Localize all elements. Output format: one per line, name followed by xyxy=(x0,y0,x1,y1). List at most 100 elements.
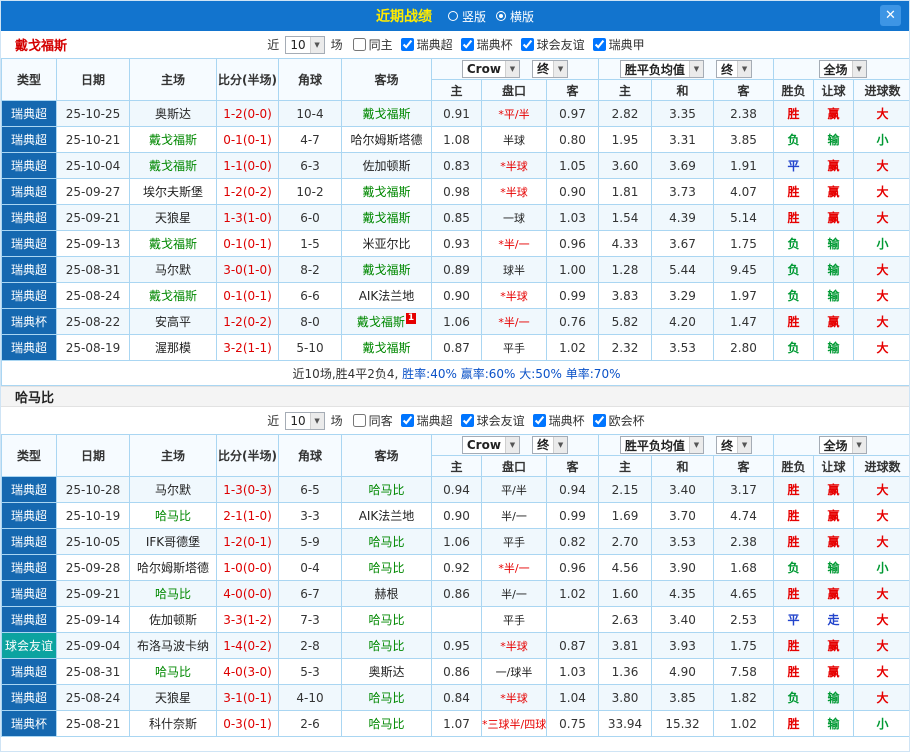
score-cell: 4-0(0-0) xyxy=(216,580,279,607)
league-filter[interactable]: 瑞典超 xyxy=(400,36,453,53)
league-filter[interactable]: 欧会杯 xyxy=(592,412,645,429)
corner-cell: 6-6 xyxy=(278,282,342,309)
final-avg-select[interactable]: 终 ▼ xyxy=(716,60,753,78)
handicap-result-cell: 输 xyxy=(813,554,855,581)
score-cell: 1-2(0-2) xyxy=(216,178,279,205)
filter-checkbox[interactable] xyxy=(400,414,414,427)
filter-checkbox[interactable] xyxy=(520,38,534,51)
scope-select[interactable]: 全场 ▼ xyxy=(818,436,867,454)
home-team-cell: 奥斯达 xyxy=(129,100,217,127)
avg-select[interactable]: 胜平负均值 ▼ xyxy=(619,436,704,454)
scope-select[interactable]: 全场 ▼ xyxy=(818,60,867,78)
home-odds-cell: 0.89 xyxy=(431,256,482,283)
score-cell: 3-0(1-0) xyxy=(216,256,279,283)
goals-cell: 大 xyxy=(853,100,909,127)
league-type-cell: 瑞典超 xyxy=(1,476,57,503)
home-odds-cell: 1.06 xyxy=(431,528,482,555)
home-team-cell: 佐加顿斯 xyxy=(129,606,217,633)
result-cell: 胜 xyxy=(773,502,815,529)
handicap-result-cell: 输 xyxy=(813,684,855,711)
filter-label: 瑞典杯 xyxy=(548,414,585,428)
filter-checkbox[interactable] xyxy=(400,38,414,51)
avg-select[interactable]: 胜平负均值 ▼ xyxy=(619,60,704,78)
filter-checkbox[interactable] xyxy=(460,414,474,427)
avg-home-cell: 2.63 xyxy=(598,606,652,633)
filter-label: 瑞典杯 xyxy=(476,38,513,52)
score-cell: 0-1(0-1) xyxy=(216,230,279,257)
same-venue-filter[interactable]: 同客 xyxy=(352,412,393,429)
odds-company-select[interactable]: Crow ▼ xyxy=(461,60,520,79)
goals-cell: 小 xyxy=(853,126,909,153)
col-score: 比分(半场) xyxy=(216,434,279,477)
near-label: 近 xyxy=(267,414,280,428)
home-odds-cell: 0.83 xyxy=(431,152,482,179)
away-odds-cell: 0.76 xyxy=(546,308,599,335)
avg-draw-cell: 3.40 xyxy=(651,476,714,503)
league-filter[interactable]: 球会友谊 xyxy=(460,412,525,429)
odds-company-select[interactable]: Crow ▼ xyxy=(461,436,520,455)
col-avg-home: 主 xyxy=(598,455,652,477)
league-filter[interactable]: 瑞典杯 xyxy=(532,412,585,429)
close-icon[interactable]: ✕ xyxy=(880,5,901,26)
same-venue-filter[interactable]: 同主 xyxy=(352,36,393,53)
summary-part: 赢率:60% xyxy=(460,366,520,381)
final-odds-select[interactable]: 终 ▼ xyxy=(532,59,569,78)
final-avg-select[interactable]: 终 ▼ xyxy=(716,436,753,454)
layout-radio-horizontal[interactable]: 横版 xyxy=(496,8,534,25)
avg-draw-cell: 3.70 xyxy=(651,502,714,529)
filter-checkbox[interactable] xyxy=(460,38,474,51)
handicap-result-cell: 输 xyxy=(813,230,855,257)
home-odds-cell: 0.84 xyxy=(431,684,482,711)
result-cell: 胜 xyxy=(773,308,815,335)
league-type-cell: 瑞典超 xyxy=(1,152,57,179)
home-team-cell: 天狼星 xyxy=(129,204,217,231)
handicap-cell: *半/一 xyxy=(481,308,547,335)
filter-checkbox[interactable] xyxy=(592,38,606,51)
home-team-cell: 哈尔姆斯塔德 xyxy=(129,554,217,581)
league-filter[interactable]: 瑞典超 xyxy=(400,412,453,429)
filter-checkbox[interactable] xyxy=(532,414,546,427)
recent-results-window: 近期战绩 竖版 横版 ✕ 戴戈福斯 近 10 ▼ 场同主 瑞典超 瑞典杯 球会友谊 瑞典甲 类… xyxy=(0,0,910,752)
col-handicap: 盘口 xyxy=(481,79,547,101)
away-team-cell: 哈马比 xyxy=(341,476,432,503)
match-count-select[interactable]: 10 ▼ xyxy=(285,35,325,54)
games-label: 场 xyxy=(330,38,343,52)
match-row: 瑞典超 25-09-13 戴戈福斯 0-1(0-1) 1-5 米亚尔比 0.93 *半/一 0.… xyxy=(1,230,909,257)
filter-checkbox[interactable] xyxy=(592,414,606,427)
match-row: 瑞典超 25-10-25 奥斯达 1-2(0-0) 10-4 戴戈福斯 0.91 *平/半 0.… xyxy=(1,100,909,127)
avg-away-cell: 4.74 xyxy=(712,502,775,529)
team-title-0: 戴戈福斯 xyxy=(15,39,68,54)
away-odds-cell: 1.02 xyxy=(546,580,599,607)
score-cell: 1-2(0-1) xyxy=(216,528,279,555)
league-filter[interactable]: 球会友谊 xyxy=(520,36,585,53)
date-cell: 25-10-04 xyxy=(56,152,130,179)
filter-checkbox[interactable] xyxy=(352,38,366,51)
handicap-result-cell: 走 xyxy=(813,606,855,633)
col-type: 类型 xyxy=(1,58,57,101)
match-row: 瑞典超 25-08-31 马尔默 3-0(1-0) 8-2 戴戈福斯 0.89 球半 1.00 1… xyxy=(1,256,909,283)
score-cell: 1-2(0-2) xyxy=(216,308,279,335)
avg-away-cell: 2.38 xyxy=(712,100,775,127)
score-cell: 0-3(0-1) xyxy=(216,710,279,737)
goals-cell: 大 xyxy=(853,256,909,283)
match-row: 瑞典超 25-09-21 哈马比 4-0(0-0) 6-7 赫根 0.86 半/一 1.02 1.… xyxy=(1,580,909,607)
result-cell: 胜 xyxy=(773,100,815,127)
match-row: 瑞典超 25-09-27 埃尔夫斯堡 1-2(0-2) 10-2 戴戈福斯 0.98 *半球 0… xyxy=(1,178,909,205)
match-row: 瑞典杯 25-08-21 科什奈斯 0-3(0-1) 2-6 哈马比 1.07 *三球半/四球… xyxy=(1,710,909,737)
league-filter[interactable]: 瑞典甲 xyxy=(592,36,645,53)
layout-radio-vertical[interactable]: 竖版 xyxy=(447,8,486,25)
avg-away-cell: 4.07 xyxy=(712,178,775,205)
final-odds-select[interactable]: 终 ▼ xyxy=(532,435,569,454)
away-team-cell: 戴戈福斯 1 xyxy=(341,308,432,335)
match-count-select[interactable]: 10 ▼ xyxy=(285,411,325,430)
away-odds-cell: 0.97 xyxy=(546,100,599,127)
league-filter[interactable]: 瑞典杯 xyxy=(460,36,513,53)
filter-checkbox[interactable] xyxy=(352,414,366,427)
avg-away-cell: 2.80 xyxy=(712,334,775,361)
result-cell: 胜 xyxy=(773,476,815,503)
handicap-cell: *半球 xyxy=(481,632,547,659)
away-team-cell: 戴戈福斯 xyxy=(341,178,432,205)
avg-away-cell: 1.82 xyxy=(712,684,775,711)
chevron-down-icon: ▼ xyxy=(309,36,324,53)
summary-part: 胜率:40% xyxy=(402,366,461,381)
